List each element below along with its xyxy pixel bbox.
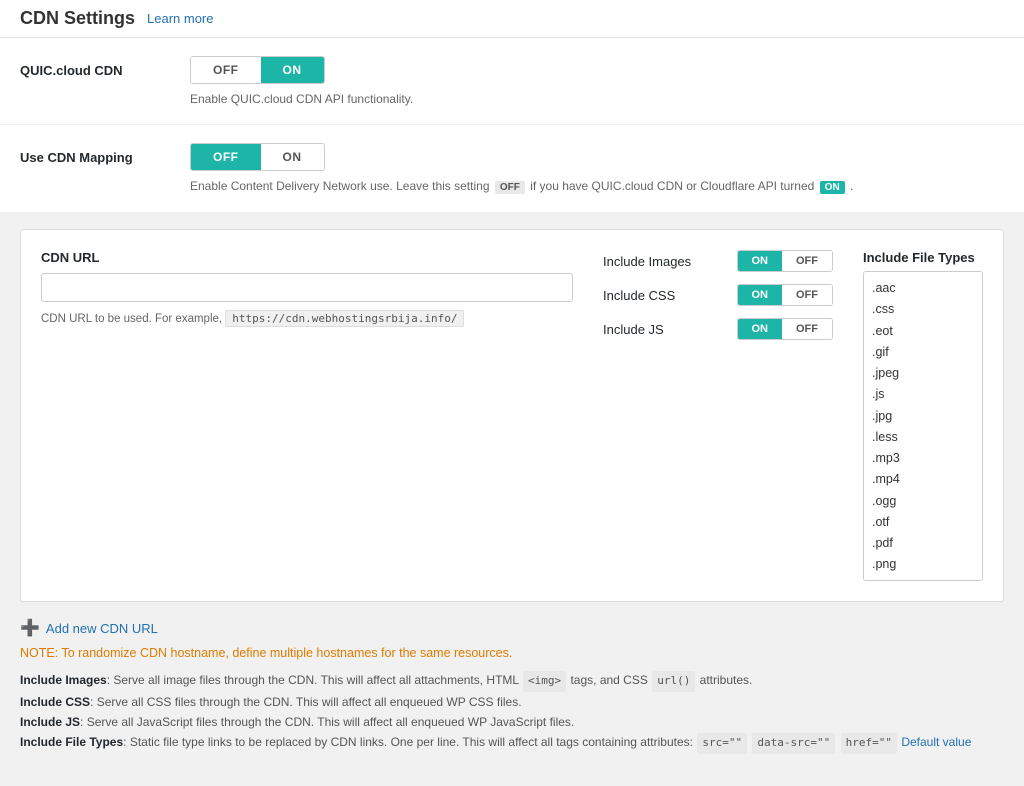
- file-type-item: .pdf: [872, 533, 974, 554]
- cdn-mapping-on-button[interactable]: ON: [261, 144, 324, 170]
- cdn-mapping-desc-prefix: Enable Content Delivery Network use. Lea…: [190, 179, 490, 193]
- include-css-label: Include CSS: [603, 288, 675, 303]
- include-images-label: Include Images: [603, 254, 691, 269]
- note-include-images-text: Serve all image files through the CDN. T…: [113, 673, 518, 687]
- file-types-list[interactable]: .aac.css.eot.gif.jpeg.js.jpg.less.mp3.mp…: [863, 271, 983, 581]
- note-include-images-strong: Include Images: [20, 673, 107, 687]
- header-bar: CDN Settings Learn more: [0, 0, 1024, 38]
- cdn-mapping-desc-middle: if you have QUIC.cloud CDN or Cloudflare…: [530, 179, 814, 193]
- default-value-link[interactable]: Default value: [901, 735, 971, 749]
- cdn-url-label: CDN URL: [41, 250, 573, 265]
- file-type-item: .ogg: [872, 491, 974, 512]
- filetypes-code1: src="": [697, 733, 747, 754]
- file-type-item: .svg: [872, 576, 974, 582]
- file-type-item: .png: [872, 554, 974, 575]
- file-type-item: .jpg: [872, 406, 974, 427]
- learn-more-link[interactable]: Learn more: [147, 11, 213, 26]
- note-include-images-desc2: tags, and CSS: [570, 673, 647, 687]
- file-types-section: Include File Types .aac.css.eot.gif.jpeg…: [863, 250, 983, 581]
- cdn-url-section: CDN URL CDN URL to be used. For example,…: [41, 250, 573, 581]
- note-include-filetypes-strong: Include File Types: [20, 735, 123, 749]
- include-js-label: Include JS: [603, 322, 664, 337]
- file-type-item: .otf: [872, 512, 974, 533]
- include-images-off-button[interactable]: OFF: [782, 251, 832, 271]
- file-type-item: .css: [872, 299, 974, 320]
- file-type-item: .gif: [872, 342, 974, 363]
- file-type-item: .mp4: [872, 469, 974, 490]
- include-css-row: Include CSS ON OFF: [603, 284, 833, 306]
- file-type-item: .js: [872, 384, 974, 405]
- file-types-label: Include File Types: [863, 250, 983, 265]
- include-css-off-button[interactable]: OFF: [782, 285, 832, 305]
- include-images-toggle-group: ON OFF: [737, 250, 834, 272]
- cdn-mapping-badge-on: ON: [820, 181, 845, 194]
- cdn-config-panel: CDN URL CDN URL to be used. For example,…: [20, 229, 1004, 602]
- cdn-config-inner: CDN URL CDN URL to be used. For example,…: [41, 250, 983, 581]
- add-cdn-url-row: ➕ Add new CDN URL: [20, 618, 1004, 638]
- include-images-code1: <img>: [523, 671, 566, 692]
- filetypes-code2: data-src="": [752, 733, 835, 754]
- file-type-item: .mp3: [872, 448, 974, 469]
- plus-icon: ➕: [20, 618, 40, 638]
- include-js-off-button[interactable]: OFF: [782, 319, 832, 339]
- cdn-url-input[interactable]: [41, 273, 573, 302]
- cdn-mapping-badge-off: OFF: [495, 181, 525, 194]
- include-images-row: Include Images ON OFF: [603, 250, 833, 272]
- page-wrapper: CDN Settings Learn more QUIC.cloud CDN O…: [0, 0, 1024, 754]
- quic-cloud-label: QUIC.cloud CDN: [20, 63, 160, 78]
- cdn-mapping-row-inner: Use CDN Mapping OFF ON: [20, 143, 1004, 171]
- include-js-toggle-group: ON OFF: [737, 318, 834, 340]
- cdn-url-example: CDN URL to be used. For example, https:/…: [41, 310, 573, 327]
- add-cdn-url-link[interactable]: Add new CDN URL: [46, 621, 158, 636]
- note-include-css-strong: Include CSS: [20, 695, 90, 709]
- cdn-mapping-toggle-group: OFF ON: [190, 143, 325, 171]
- content-area: QUIC.cloud CDN OFF ON Enable QUIC.cloud …: [0, 38, 1024, 754]
- cdn-url-example-prefix: CDN URL to be used. For example,: [41, 313, 222, 325]
- quic-cloud-description: Enable QUIC.cloud CDN API functionality.: [190, 92, 1004, 106]
- note-include-css-desc: Serve all CSS files through the CDN. Thi…: [97, 695, 522, 709]
- cdn-mapping-setting-row: Use CDN Mapping OFF ON Enable Content De…: [0, 125, 1024, 213]
- cdn-mapping-off-button[interactable]: OFF: [191, 144, 261, 170]
- include-options-section: Include Images ON OFF Include CSS ON OFF: [603, 250, 833, 581]
- page-title: CDN Settings: [20, 8, 135, 29]
- note-include-filetypes-desc: Static file type links to be replaced by…: [130, 735, 693, 749]
- file-type-item: .less: [872, 427, 974, 448]
- include-images-code2: url(): [652, 671, 695, 692]
- file-type-item: .eot: [872, 321, 974, 342]
- cdn-mapping-label: Use CDN Mapping: [20, 150, 160, 165]
- include-css-toggle-group: ON OFF: [737, 284, 834, 306]
- note-include-js-desc: Serve all JavaScript files through the C…: [87, 715, 575, 729]
- note-description: Include Images: Serve all image files th…: [20, 670, 1004, 754]
- include-images-on-button[interactable]: ON: [738, 251, 783, 271]
- include-js-row: Include JS ON OFF: [603, 318, 833, 340]
- cdn-url-example-value: https://cdn.webhostingsrbija.info/: [225, 310, 464, 327]
- include-css-on-button[interactable]: ON: [738, 285, 783, 305]
- quic-cloud-row-inner: QUIC.cloud CDN OFF ON: [20, 56, 1004, 84]
- file-type-item: .jpeg: [872, 363, 974, 384]
- note-include-js-strong: Include JS: [20, 715, 80, 729]
- note-include-images-desc3: attributes.: [700, 673, 753, 687]
- cdn-mapping-desc-suffix: .: [850, 179, 853, 193]
- file-type-item: .aac: [872, 278, 974, 299]
- include-js-on-button[interactable]: ON: [738, 319, 783, 339]
- quic-cloud-toggle-group: OFF ON: [190, 56, 325, 84]
- note-randomize: NOTE: To randomize CDN hostname, define …: [20, 646, 1004, 660]
- filetypes-code3: href="": [841, 733, 897, 754]
- quic-cloud-on-button[interactable]: ON: [261, 57, 324, 83]
- quic-cloud-setting-row: QUIC.cloud CDN OFF ON Enable QUIC.cloud …: [0, 38, 1024, 125]
- note-section: NOTE: To randomize CDN hostname, define …: [20, 646, 1004, 754]
- cdn-mapping-description: Enable Content Delivery Network use. Lea…: [190, 179, 1004, 194]
- quic-cloud-off-button[interactable]: OFF: [191, 57, 261, 83]
